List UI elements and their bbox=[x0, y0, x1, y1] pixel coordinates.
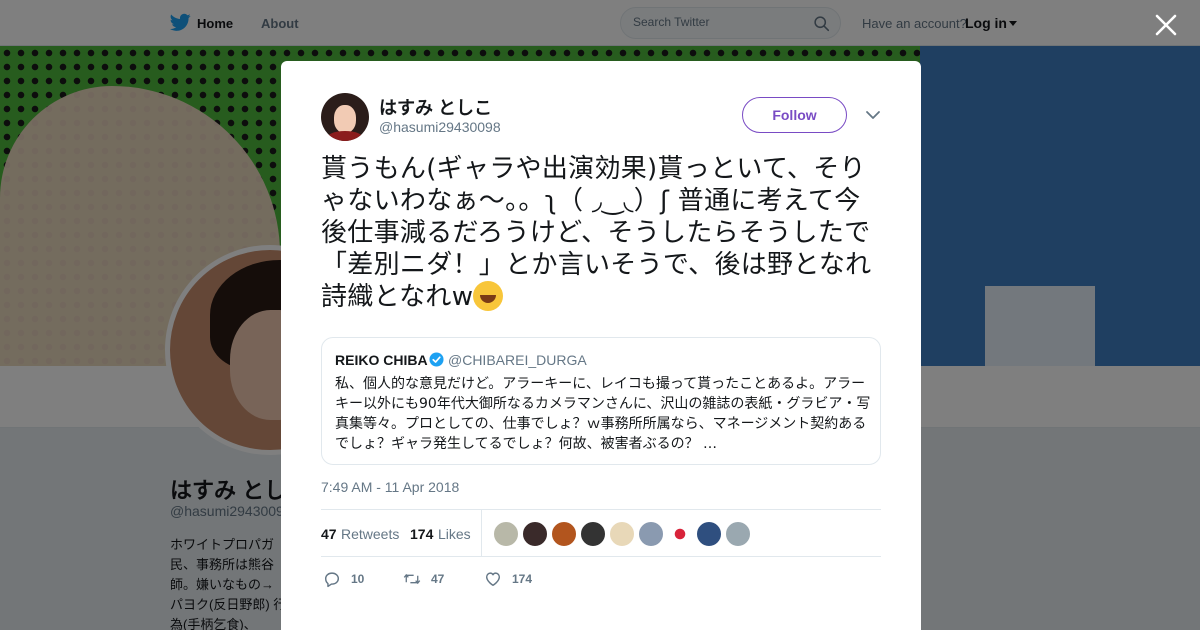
liker-avatars bbox=[493, 521, 751, 547]
quoted-tweet-text: 私、個人的な意見だけど。アラーキーに、レイコも撮って貰ったことあるよ。アラーキー… bbox=[335, 376, 871, 452]
quoted-tweet-card[interactable]: REIKO CHIBA @CHIBAREI_DURGA 私、個人的な意見だけど。… bbox=[321, 337, 881, 465]
liker-avatar[interactable] bbox=[551, 521, 577, 547]
verified-badge-icon bbox=[429, 352, 444, 367]
stats-divider bbox=[481, 510, 482, 556]
author-handle[interactable]: @hasumi29430098 bbox=[379, 119, 501, 135]
retweet-icon[interactable] bbox=[403, 570, 421, 588]
avatar-collar bbox=[327, 131, 363, 141]
quoted-author-name: REIKO CHIBA bbox=[335, 352, 428, 368]
rolling-on-the-floor-laughing-emoji-icon bbox=[473, 281, 504, 311]
follow-button[interactable]: Follow bbox=[742, 97, 847, 133]
tweet-text-body: 貰うもん(ギャラや出演効果)貰っといて、そりゃないわなぁ〜。。ʅ（ ◞‿◟）ʃ … bbox=[321, 154, 872, 312]
tweet-actions: 10 47 174 bbox=[321, 567, 881, 591]
liker-avatar[interactable] bbox=[609, 521, 635, 547]
likes-label[interactable]: Likes bbox=[438, 526, 471, 542]
retweets-count[interactable]: 47 bbox=[321, 526, 337, 542]
liker-avatar[interactable] bbox=[696, 521, 722, 547]
retweet-button[interactable]: 47 bbox=[403, 567, 444, 591]
like-button[interactable]: 174 bbox=[484, 567, 532, 591]
quoted-author-handle: @CHIBAREI_DURGA bbox=[448, 352, 587, 368]
chevron-down-icon[interactable] bbox=[865, 109, 881, 121]
tweet-stats: 47 Retweets 174 Likes bbox=[321, 509, 881, 557]
reply-icon[interactable] bbox=[323, 570, 341, 588]
like-action-count: 174 bbox=[512, 572, 533, 586]
reply-button[interactable]: 10 bbox=[323, 567, 364, 591]
author-name[interactable]: はすみ としこ bbox=[379, 94, 492, 120]
author-avatar[interactable] bbox=[321, 93, 369, 141]
retweet-action-count: 47 bbox=[431, 572, 445, 586]
tweet-modal: はすみ としこ @hasumi29430098 Follow 貰うもん(ギャラや… bbox=[281, 61, 921, 630]
close-icon[interactable] bbox=[1153, 12, 1179, 38]
liker-avatar[interactable] bbox=[725, 521, 751, 547]
likes-count[interactable]: 174 bbox=[410, 526, 433, 542]
retweets-label[interactable]: Retweets bbox=[341, 526, 399, 542]
liker-avatar[interactable] bbox=[667, 521, 693, 547]
avatar-face bbox=[334, 105, 356, 133]
heart-icon[interactable] bbox=[484, 570, 502, 588]
liker-avatar[interactable] bbox=[638, 521, 664, 547]
reply-count: 10 bbox=[351, 572, 365, 586]
tweet-timestamp[interactable]: 7:49 AM - 11 Apr 2018 bbox=[321, 479, 459, 495]
tweet-text: 貰うもん(ギャラや出演効果)貰っといて、そりゃないわなぁ〜。。ʅ（ ◞‿◟）ʃ … bbox=[321, 153, 883, 313]
liker-avatar[interactable] bbox=[580, 521, 606, 547]
liker-avatar[interactable] bbox=[522, 521, 548, 547]
liker-avatar[interactable] bbox=[493, 521, 519, 547]
